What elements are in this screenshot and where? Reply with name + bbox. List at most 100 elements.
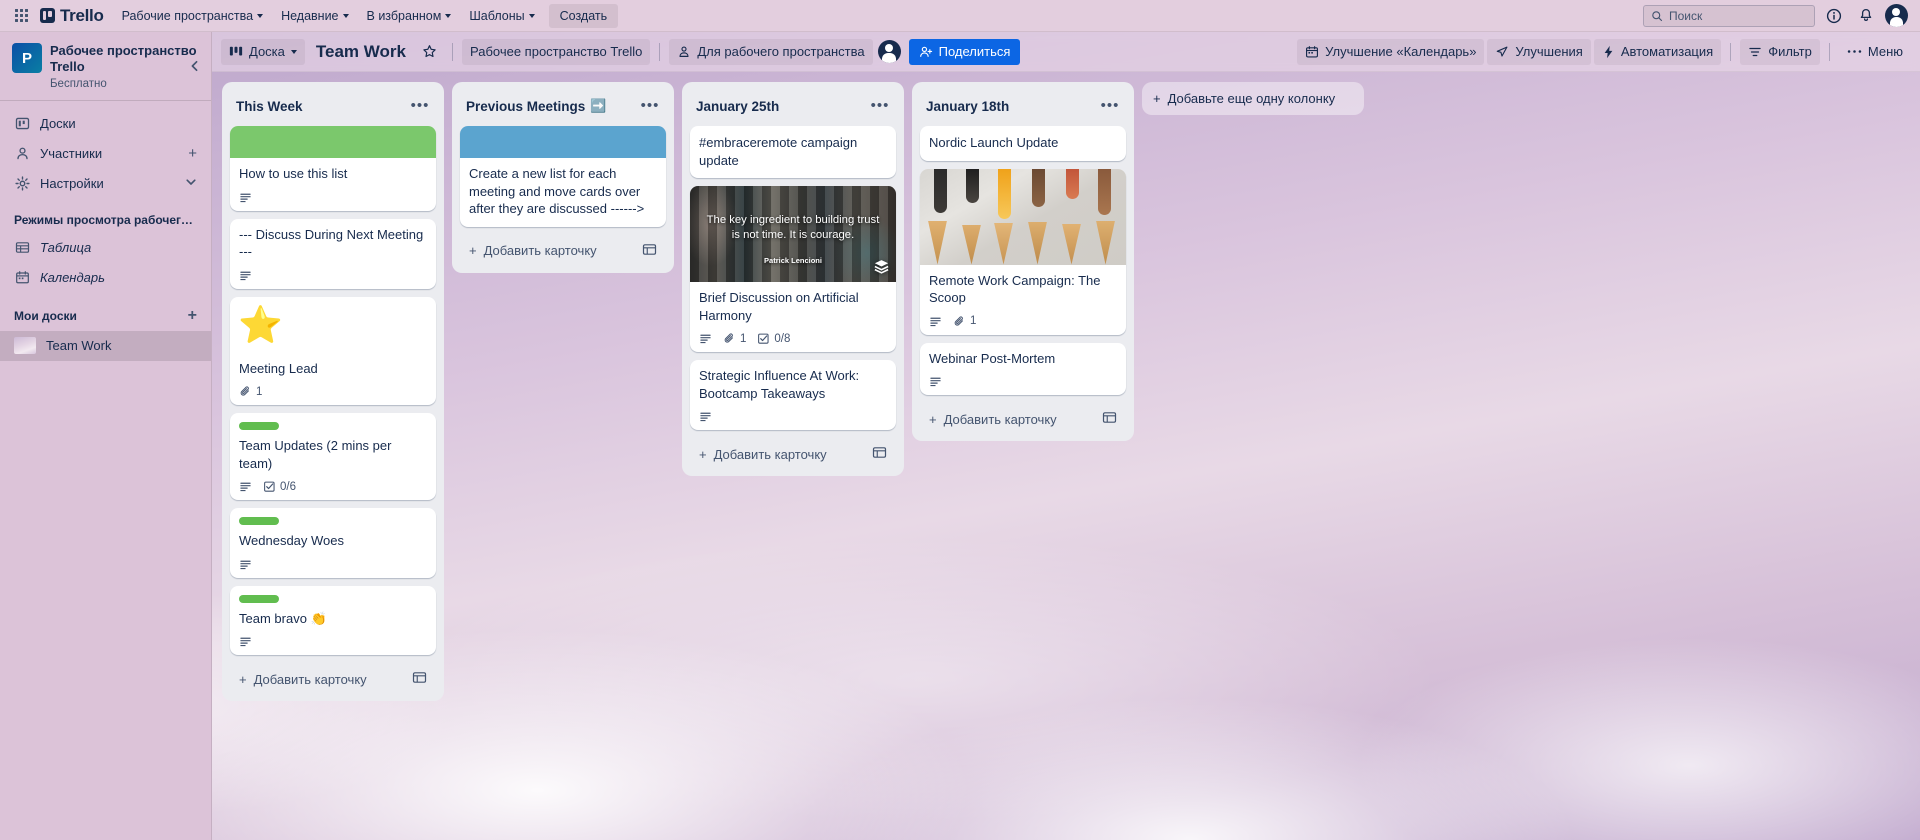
board-view-switcher[interactable]: Доска — [221, 39, 305, 65]
sidebar-item-table[interactable]: Таблица — [6, 233, 205, 263]
notification-bell-icon[interactable] — [1853, 3, 1879, 29]
card-badges: 1 — [230, 382, 436, 405]
card[interactable]: Nordic Launch Update — [920, 126, 1126, 161]
calendar-icon — [14, 270, 30, 285]
sidebar-item-boards[interactable]: Доски — [6, 109, 205, 139]
add-card-button[interactable]: + Добавить карточку — [230, 663, 436, 695]
toolbar-divider — [659, 43, 660, 61]
list-actions-ellipsis-icon[interactable]: ••• — [408, 94, 432, 118]
checklist-badge: 0/8 — [757, 332, 790, 345]
label-green[interactable] — [239, 517, 279, 525]
card-badges — [920, 372, 1126, 395]
sidebar-item-board-team-work[interactable]: Team Work — [0, 331, 211, 361]
card-body: Meeting Lead — [230, 353, 436, 383]
list-actions-ellipsis-icon[interactable]: ••• — [1098, 94, 1122, 118]
add-member-button[interactable]: + — [188, 146, 197, 161]
automation-button[interactable]: Автоматизация — [1594, 39, 1721, 65]
card[interactable]: How to use this list — [230, 126, 436, 211]
description-icon — [239, 480, 252, 493]
description-badge — [929, 375, 942, 388]
list-actions-ellipsis-icon[interactable]: ••• — [638, 94, 662, 118]
list-title[interactable]: This Week — [236, 99, 303, 114]
board-member-avatar[interactable] — [878, 40, 901, 63]
chevron-down-icon — [291, 50, 297, 54]
plus-icon: + — [239, 672, 247, 687]
card[interactable]: Remote Work Campaign: The Scoop — [920, 169, 1126, 335]
nav-menu-recent[interactable]: Недавние — [273, 4, 356, 28]
card[interactable]: Create a new list for each meeting and m… — [460, 126, 666, 227]
board-visibility-button[interactable]: Для рабочего пространства — [669, 39, 872, 65]
list-title[interactable]: January 25th — [696, 99, 779, 114]
description-badge — [239, 558, 252, 571]
card-body: Brief Discussion on Artificial Harmony — [690, 282, 896, 329]
nav-menu-templates[interactable]: Шаблоны — [461, 4, 542, 28]
card[interactable]: Team bravo 👏 — [230, 586, 436, 656]
description-badge — [239, 191, 252, 204]
toolbar-divider — [1730, 43, 1731, 61]
sidebar-item-calendar[interactable]: Календарь — [6, 263, 205, 293]
card-badges — [230, 632, 436, 655]
add-board-button[interactable]: + — [188, 307, 197, 325]
card-template-icon[interactable] — [1102, 410, 1117, 428]
workspace-header[interactable]: P Рабочее пространство Trello Бесплатно — [0, 32, 211, 101]
card[interactable]: The key ingredient to building trust is … — [690, 186, 896, 352]
list-actions-ellipsis-icon[interactable]: ••• — [868, 94, 892, 118]
card[interactable]: Team Updates (2 mins per team) — [230, 413, 436, 500]
card-title: Wednesday Woes — [239, 532, 427, 550]
powerup-calendar-button[interactable]: Улучшение «Календарь» — [1297, 39, 1484, 65]
add-card-label: Добавить карточку — [714, 447, 827, 462]
sidebar-item-settings[interactable]: Настройки — [6, 169, 205, 199]
app-shell: P Рабочее пространство Trello Бесплатно — [0, 32, 1920, 840]
create-button[interactable]: Создать — [549, 4, 619, 28]
collapse-sidebar-button[interactable] — [185, 56, 205, 76]
card-template-icon[interactable] — [642, 242, 657, 260]
list-cards: Create a new list for each meeting and m… — [456, 126, 670, 227]
list-header: January 18th ••• — [916, 88, 1130, 126]
card[interactable]: Webinar Post-Mortem — [920, 343, 1126, 396]
trello-home-link[interactable]: Trello — [36, 6, 112, 26]
powerups-button[interactable]: Улучшения — [1487, 39, 1590, 65]
add-list-button[interactable]: + Добавьте еще одну колонку — [1142, 82, 1364, 115]
apps-grid-icon[interactable] — [8, 3, 34, 29]
add-card-button[interactable]: + Добавить карточку — [690, 438, 896, 470]
star-outline-icon[interactable] — [417, 39, 443, 65]
card[interactable]: --- Discuss During Next Meeting --- — [230, 219, 436, 289]
card-body: Wednesday Woes — [230, 525, 436, 555]
card[interactable]: Wednesday Woes — [230, 508, 436, 578]
card-template-icon[interactable] — [412, 670, 427, 688]
list-cards: Nordic Launch Update — [916, 126, 1130, 395]
list-this-week: This Week ••• How to use this list — [222, 82, 444, 701]
user-avatar[interactable] — [1885, 4, 1908, 27]
card-template-icon[interactable] — [872, 445, 887, 463]
attachment-badge: 1 — [723, 332, 746, 345]
list-cards: #embraceremote campaign update The key i… — [686, 126, 900, 430]
search-placeholder: Поиск — [1669, 9, 1702, 23]
label-green[interactable] — [239, 595, 279, 603]
nav-menu-workspaces[interactable]: Рабочие пространства — [114, 4, 272, 28]
filter-button[interactable]: Фильтр — [1740, 39, 1820, 65]
description-icon — [239, 269, 252, 282]
description-badge — [699, 410, 712, 423]
sidebar-item-members[interactable]: Участники + — [6, 139, 205, 169]
workspace-name-button[interactable]: Рабочее пространство Trello — [462, 39, 650, 65]
add-card-button[interactable]: + Добавить карточку — [460, 235, 666, 267]
card-body: Nordic Launch Update — [920, 126, 1126, 161]
nav-menu-starred[interactable]: В избранном — [359, 4, 460, 28]
board-menu-button[interactable]: Меню — [1839, 39, 1911, 65]
top-navigation-bar: Trello Рабочие пространства Недавние В и… — [0, 0, 1920, 32]
label-green[interactable] — [239, 422, 279, 430]
card[interactable]: #embraceremote campaign update — [690, 126, 896, 178]
topnav-left-group: Trello Рабочие пространства Недавние В и… — [8, 3, 618, 29]
card[interactable]: Strategic Influence At Work: Bootcamp Ta… — [690, 360, 896, 430]
card[interactable]: ⭐ Meeting Lead 1 — [230, 297, 436, 406]
share-button[interactable]: Поделиться — [909, 39, 1021, 65]
chevron-down-icon[interactable] — [185, 176, 197, 191]
list-title[interactable]: January 18th — [926, 99, 1009, 114]
card-cover-scoop-image — [920, 169, 1126, 265]
add-card-button[interactable]: + Добавить карточку — [920, 403, 1126, 435]
add-card-label: Добавить карточку — [484, 243, 597, 258]
search-input[interactable]: Поиск — [1643, 5, 1815, 27]
card-body: --- Discuss During Next Meeting --- — [230, 219, 436, 266]
list-title[interactable]: Previous Meetings ➡️ — [466, 98, 606, 114]
info-icon[interactable] — [1821, 3, 1847, 29]
